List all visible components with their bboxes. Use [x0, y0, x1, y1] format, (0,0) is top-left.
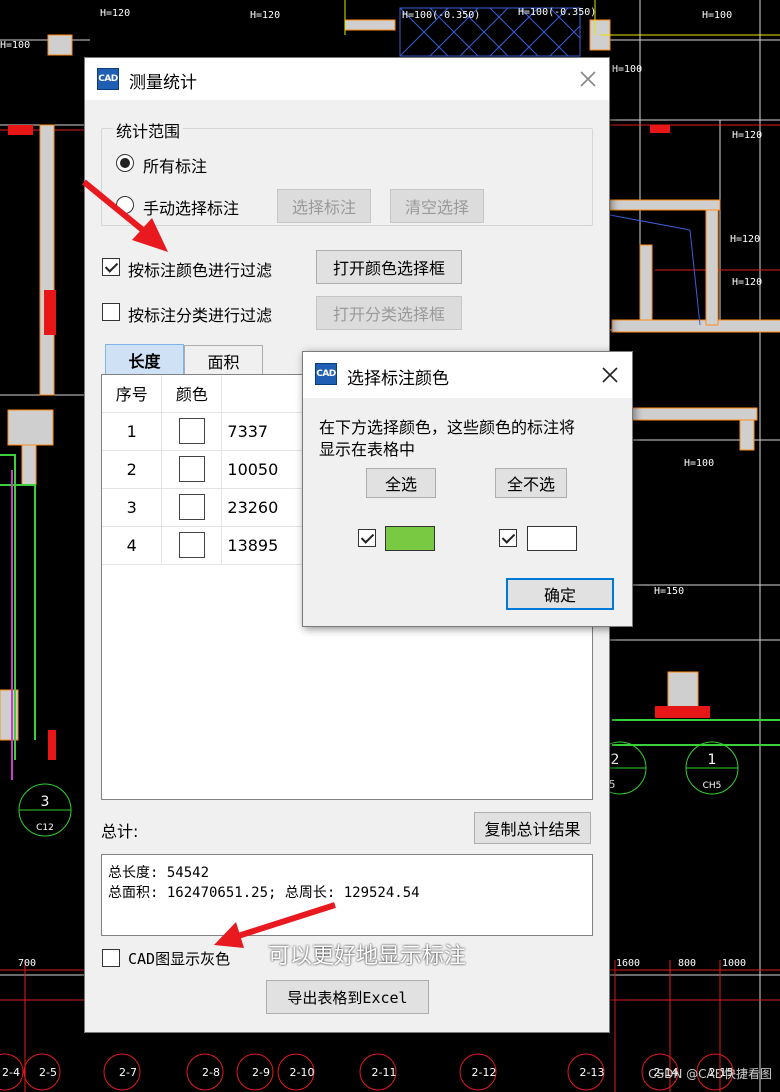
cad-dim: 1600	[616, 958, 640, 969]
axis-bubble-label: 2-4	[2, 1066, 20, 1079]
color-filter-checkbox[interactable]	[102, 258, 120, 276]
open-category-picker-button[interactable]: 打开分类选择框	[316, 296, 462, 330]
radio-manual-label[interactable]: 手动选择标注	[143, 195, 239, 219]
axis-bubble-label: 2-7	[119, 1066, 137, 1079]
dialog-title: 测量统计	[129, 73, 197, 93]
cad-bubble-label: 2	[611, 752, 620, 768]
cad-bubble-sub: CH5	[703, 781, 722, 791]
cad-dim: 1000	[722, 958, 746, 969]
select-color-dialog[interactable]: CAD 选择标注颜色 在下方选择颜色，这些颜色的标注将 显示在表格中 全选 全不…	[302, 351, 633, 627]
open-color-picker-button[interactable]: 打开颜色选择框	[316, 250, 462, 284]
row-color-swatch	[178, 456, 205, 482]
radio-all-annotations[interactable]	[116, 154, 134, 172]
summary-total-length: 总长度: 54542	[108, 865, 210, 881]
copy-total-button[interactable]: 复制总计结果	[474, 812, 591, 844]
row-color-swatch	[178, 494, 205, 520]
cad-label: H=100(-0.350)	[402, 10, 480, 21]
cad-dim: 700	[18, 958, 36, 969]
watermark-text: CSDN @CAD快捷看图	[648, 1067, 772, 1081]
radio-manual-select[interactable]	[116, 196, 134, 214]
cad-label: H=100	[702, 10, 732, 21]
radio-all-label[interactable]: 所有标注	[143, 153, 207, 177]
cad-label: H=120	[100, 8, 130, 19]
color-filter-label[interactable]: 按标注颜色进行过滤	[128, 257, 272, 281]
row-no: 4	[102, 526, 163, 565]
cad-label: H=100	[612, 64, 642, 75]
cad-label: H=120	[250, 10, 280, 21]
cad-label: H=100	[684, 458, 714, 469]
cad-bubble-label: 3	[41, 794, 50, 810]
select-no-colors-button[interactable]: 全不选	[495, 468, 567, 498]
axis-bubble-label: 2-13	[580, 1066, 605, 1079]
cad-label: H=120	[732, 130, 762, 141]
color-dialog-title: 选择标注颜色	[347, 369, 449, 389]
axis-bubble-label: 2-11	[372, 1066, 397, 1079]
gray-cad-checkbox[interactable]	[102, 949, 120, 967]
summary-textbox[interactable]: 总长度: 54542 总面积: 162470651.25; 总周长: 12952…	[101, 854, 593, 936]
main-titlebar[interactable]: CAD 测量统计	[85, 58, 609, 100]
export-excel-button[interactable]: 导出表格到Excel	[266, 980, 429, 1014]
axis-bubble-label: 2-9	[252, 1066, 270, 1079]
annotation-caption: 可以更好地显示标注	[268, 944, 467, 969]
category-filter-label[interactable]: 按标注分类进行过滤	[128, 302, 272, 326]
close-icon[interactable]	[595, 360, 625, 390]
cad-label: H=100(-0.350)	[518, 7, 596, 18]
app-logo-icon: CAD	[315, 363, 337, 385]
cad-bubble-sub: C12	[36, 823, 54, 833]
tab-length[interactable]: 长度	[105, 344, 184, 374]
scope-group-title: 统计范围	[113, 118, 184, 142]
row-no: 3	[102, 488, 163, 527]
cad-label: H=150	[654, 586, 684, 597]
tab-area[interactable]: 面积	[184, 345, 263, 375]
green-color-swatch	[385, 526, 435, 551]
color-instruction-line1: 在下方选择颜色，这些颜色的标注将	[319, 418, 576, 437]
app-logo-icon: CAD	[97, 68, 119, 90]
cad-bubble-label: 1	[708, 752, 717, 768]
cad-label: H=120	[732, 277, 762, 288]
color-instruction-line2: 显示在表格中	[319, 440, 416, 459]
axis-bubble-label: 2-10	[290, 1066, 315, 1079]
axis-bubble-label: 2-8	[202, 1066, 220, 1079]
row-no: 1	[102, 412, 163, 451]
cad-label: H=100	[0, 40, 30, 51]
clear-selection-button[interactable]: 清空选择	[390, 189, 484, 223]
color-titlebar[interactable]: CAD 选择标注颜色	[303, 352, 632, 398]
select-annotations-button[interactable]: 选择标注	[277, 189, 371, 223]
gray-cad-label[interactable]: CAD图显示灰色	[128, 948, 230, 969]
row-color-swatch	[178, 418, 205, 444]
confirm-button[interactable]: 确定	[506, 578, 614, 610]
header-color[interactable]: 颜色	[161, 375, 223, 413]
close-icon[interactable]	[573, 64, 603, 94]
row-color-swatch	[178, 532, 205, 558]
total-label: 总计:	[101, 822, 139, 841]
white-color-swatch	[527, 526, 577, 551]
row-no: 2	[102, 450, 163, 489]
color-white-checkbox[interactable]	[499, 529, 517, 547]
axis-bubble-label: 2-12	[472, 1066, 497, 1079]
cad-label: H=120	[730, 234, 760, 245]
axis-bubble-label: 2-5	[39, 1066, 57, 1079]
select-all-colors-button[interactable]: 全选	[366, 468, 436, 498]
cad-dim: 800	[678, 958, 696, 969]
summary-area-perimeter: 总面积: 162470651.25; 总周长: 129524.54	[108, 885, 420, 901]
category-filter-checkbox[interactable]	[102, 303, 120, 321]
color-green-checkbox[interactable]	[358, 529, 376, 547]
header-no[interactable]: 序号	[102, 375, 163, 413]
